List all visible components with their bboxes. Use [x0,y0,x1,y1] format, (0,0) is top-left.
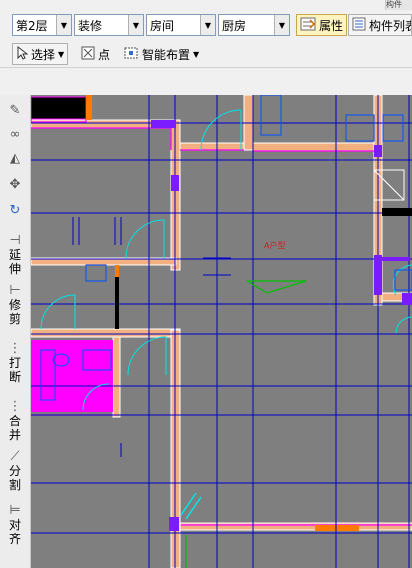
door-stub [180,492,202,520]
floor-select-value: 第2层 [16,18,48,33]
smart-layout-button[interactable]: 智能布置 ▼ [120,43,202,65]
tool-brush[interactable]: ✎ [2,103,28,118]
chevron-down-icon[interactable]: ▼ [58,50,64,59]
move-icon: ✥ [9,177,21,192]
tool-move[interactable]: ✥ [2,177,28,192]
property-icon [300,17,316,34]
left-toolbar: ✎ ∞ ◭ ✥ ↻ ⊣ 延伸 ⊢ 修剪 ⋮ 打断 ⋮ 合并 ⟋ 分割 ⊨ 对齐 [0,95,31,568]
point-icon [81,46,95,63]
tool-extend[interactable]: ⊣ 延伸 [2,233,28,276]
tool-merge[interactable]: ⋮ 合并 [2,399,28,442]
bathroom-fill [31,340,113,412]
tool-break[interactable]: ⋮ 打断 [2,341,28,384]
tool-rotate[interactable]: ↻ [2,203,28,218]
align-icon: ⊨ [9,503,21,518]
chevron-down-icon[interactable]: ▼ [56,15,71,35]
tool-align[interactable]: ⊨ 对齐 [2,503,28,546]
item-select-value: 厨房 [222,18,247,33]
mirror-icon: ◭ [10,151,20,166]
tool-mirror[interactable]: ◭ [2,151,28,166]
tool-break-label: 打断 [8,356,21,384]
toolbar-divider [0,67,412,68]
tool-split[interactable]: ⟋ 分割 [2,449,28,492]
select-button-label: 选择 [31,47,56,62]
category-select-value: 装修 [78,18,103,33]
window-block [31,96,87,120]
point-button[interactable]: 点 [78,43,113,65]
category-select[interactable]: 装修 ▼ [74,14,144,36]
panel-caption: 构件 [385,0,412,10]
merge-icon: ⋮ [8,399,22,414]
floor-select[interactable]: 第2层 ▼ [12,14,72,36]
chevron-down-icon[interactable]: ▼ [200,15,215,35]
tool-merge-label: 合并 [8,414,21,442]
split-icon: ⟋ [10,449,20,464]
tool-trim-label: 修剪 [8,298,21,326]
walls [31,95,412,568]
chevron-down-icon[interactable]: ▼ [128,15,143,35]
black-wall [382,208,412,216]
black-wall [115,277,119,329]
drawing-canvas[interactable]: A户型 [31,95,412,568]
component-list-button[interactable]: 构件列表 [348,14,412,36]
link-icon: ∞ [9,127,21,142]
secondary-toolbar: 选择 ▼ 点 智能布置 ▼ [0,38,412,68]
floor-plan[interactable]: A户型 [31,95,412,568]
select-button[interactable]: 选择 ▼ [12,43,69,65]
tool-split-label: 分割 [8,464,21,492]
tool-trim[interactable]: ⊢ 修剪 [2,283,28,326]
brush-icon: ✎ [9,103,21,118]
cursor-icon [16,45,29,63]
component-list-label: 构件列表 [369,18,411,33]
tool-extend-label: 延伸 [8,248,21,276]
property-button-label: 属性 [319,18,344,33]
top-toolbar: 构件 第2层 ▼ 装修 ▼ 房间 ▼ 厨房 ▼ 属性 构件列表 [0,0,412,39]
extend-icon: ⊣ [9,233,21,248]
room-boundaries [31,99,412,526]
rotate-icon: ↻ [9,203,21,218]
item-select[interactable]: 厨房 ▼ [218,14,290,36]
smart-layout-label: 智能布置 [142,47,191,62]
columns [151,120,412,531]
trim-icon: ⊢ [9,283,21,298]
tool-link[interactable]: ∞ [2,127,28,142]
type-select[interactable]: 房间 ▼ [146,14,216,36]
point-button-label: 点 [98,47,111,62]
property-button[interactable]: 属性 [296,14,348,36]
smart-layout-icon [123,46,139,63]
break-icon: ⋮ [8,341,22,356]
type-select-value: 房间 [150,18,175,33]
list-icon [352,17,366,34]
chevron-down-icon[interactable]: ▼ [274,15,289,35]
chevron-down-icon[interactable]: ▼ [193,50,199,59]
room-label: A户型 [264,240,285,250]
tool-align-label: 对齐 [8,518,21,546]
